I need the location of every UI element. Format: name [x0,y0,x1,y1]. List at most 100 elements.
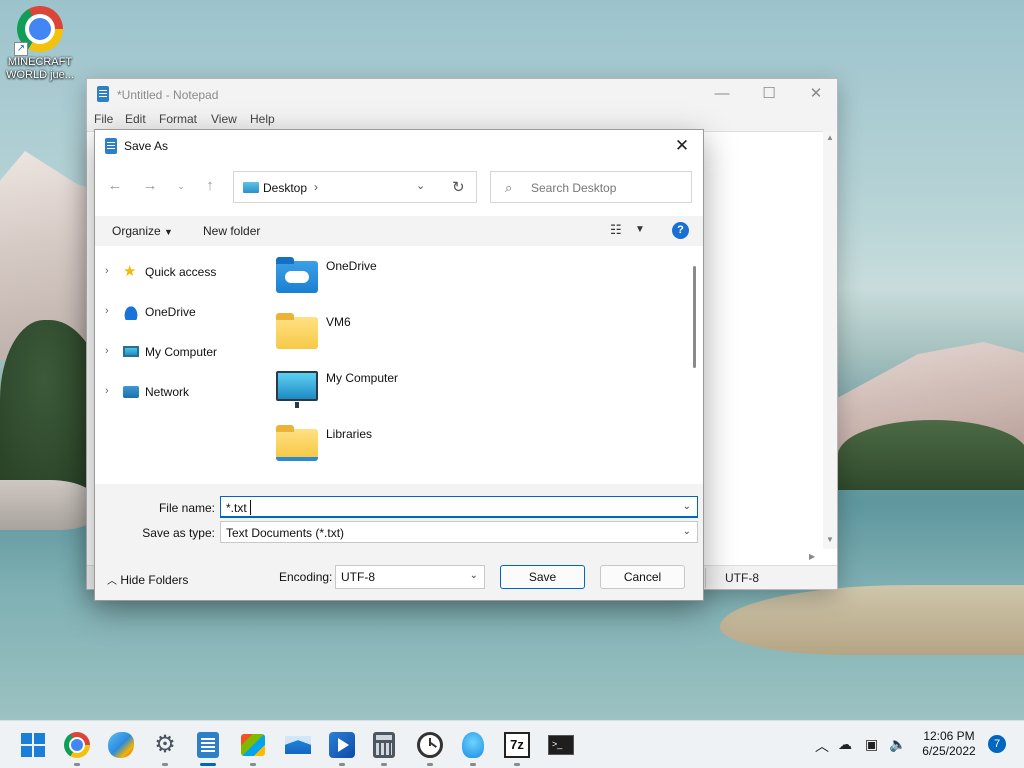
settings-icon[interactable]: ⚙ [152,732,178,758]
network-tray-icon[interactable]: ▣ [865,736,878,753]
notepad-icon[interactable] [197,732,219,758]
scroll-down-icon[interactable]: ▼ [826,535,834,544]
close-button[interactable]: ✕ [793,83,839,105]
encoding-dropdown-icon[interactable]: ⌄ [470,570,478,581]
navigation-pane: › ★ Quick access › OneDrive › My Compute… [95,246,261,484]
running-indicator [339,763,345,766]
address-path[interactable]: Desktop [263,181,307,195]
file-name-dropdown-icon[interactable]: ⌄ [683,501,691,512]
file-list-scroll-thumb[interactable] [693,266,696,368]
desktop-folder-icon [243,182,259,193]
view-options-icon[interactable]: ☷ [610,222,622,238]
expand-chevron-icon[interactable]: › [105,345,109,357]
running-indicator [514,763,520,766]
paint-icon[interactable] [108,732,134,758]
save-type-select[interactable]: Text Documents (*.txt) ⌄ [220,521,698,543]
running-indicator [250,763,256,766]
recent-locations-chevron-icon[interactable]: ⌄ [171,176,191,196]
organize-button[interactable]: Organize ▼ [112,224,173,238]
wallpaper-forest-right [838,420,1024,490]
chrome-icon[interactable] [64,732,90,758]
menu-view[interactable]: View [211,112,237,126]
navigation-bar: ← → ⌄ ↑ Desktop › ⌄ ↻ ⌕ Search Desktop [95,168,703,206]
save-type-label: Save as type: [142,526,215,540]
notification-badge[interactable]: 7 [988,735,1006,753]
expand-chevron-icon[interactable]: › [105,385,109,397]
help-icon[interactable]: ? [672,222,689,239]
scroll-right-icon[interactable]: ▶ [809,552,815,561]
dialog-close-button[interactable]: ✕ [667,134,697,158]
file-name-label: File name: [158,501,215,515]
nav-item-label: OneDrive [145,305,196,319]
file-name-input[interactable]: *.txt ⌄ [220,496,698,518]
volume-icon[interactable]: 🔈 [889,736,906,753]
cloud-sync-icon[interactable]: ☁ [838,736,852,753]
nav-item-onedrive[interactable]: › OneDrive [95,300,261,324]
file-item-my-computer[interactable]: My Computer [261,363,661,419]
expand-chevron-icon[interactable]: › [105,265,109,277]
nav-item-quick-access[interactable]: › ★ Quick access [95,260,261,284]
up-arrow-icon[interactable]: ↑ [200,176,220,196]
search-box[interactable]: ⌕ Search Desktop [490,171,692,203]
store-icon[interactable] [241,734,265,756]
expand-chevron-icon[interactable]: › [105,305,109,317]
new-folder-button[interactable]: New folder [203,224,260,238]
menu-format[interactable]: Format [159,112,197,126]
notepad-titlebar[interactable]: *Untitled - Notepad — ☐ ✕ [87,79,837,109]
chevron-up-icon[interactable]: ︿ [815,736,829,756]
menu-file[interactable]: File [94,112,113,126]
minimize-button[interactable]: — [699,83,745,105]
encoding-value: UTF-8 [341,570,375,584]
maximize-button[interactable]: ☐ [746,83,792,105]
desktop-shortcut-minecraft[interactable]: ↗ MINECRAFT WORLD jue... [2,6,78,82]
cancel-button[interactable]: Cancel [600,565,685,589]
search-icon: ⌕ [505,180,513,195]
address-chevron-icon[interactable]: › [314,180,318,194]
file-list: OneDrive VM6 My Computer Libraries [261,246,689,484]
back-arrow-icon[interactable]: ← [105,176,125,196]
running-indicator [470,763,476,766]
hide-folders-button[interactable]: ︿ Hide Folders [107,572,188,587]
command-bar: Organize ▼ New folder ☷ ▼ ? [95,216,703,246]
wallpaper-shore-left [0,480,100,530]
address-dropdown-icon[interactable]: ⌄ [416,179,425,192]
mail-icon[interactable] [285,736,311,754]
cloud-icon [123,304,139,320]
save-button[interactable]: Save [500,565,585,589]
start-icon[interactable] [20,732,46,758]
address-bar[interactable]: Desktop › ⌄ ↻ [233,171,477,203]
nav-item-my-computer[interactable]: › My Computer [95,340,261,364]
clock-icon[interactable] [417,732,443,758]
file-item-label: VM6 [326,315,351,329]
file-item-vm6[interactable]: VM6 [261,307,661,363]
media-player-icon[interactable] [329,732,355,758]
shortcut-arrow-icon: ↗ [14,42,28,56]
dialog-titlebar[interactable]: Save As ✕ [95,130,703,162]
taskbar: ⚙ 7z >_ ︿ ☁ ▣ 🔈 12:06 PM 6/25/2022 7 [0,720,1024,768]
system-clock[interactable]: 12:06 PM 6/25/2022 [914,729,984,759]
folder-icon [276,313,318,349]
nav-item-network[interactable]: › Network [95,380,261,404]
encoding-select[interactable]: UTF-8 ⌄ [335,565,485,589]
network-icon [123,386,139,398]
menu-edit[interactable]: Edit [125,112,146,126]
running-indicator [427,763,433,766]
file-list-scrollbar[interactable] [689,246,703,484]
scroll-up-icon[interactable]: ▲ [826,133,834,142]
file-item-onedrive[interactable]: OneDrive [261,251,661,307]
dialog-footer: File name: *.txt ⌄ Save as type: Text Do… [95,484,703,600]
7zip-icon[interactable]: 7z [504,732,530,758]
tips-icon[interactable] [462,732,484,758]
running-indicator [162,763,168,766]
refresh-icon[interactable]: ↻ [452,178,465,196]
save-type-dropdown-icon[interactable]: ⌄ [683,526,691,537]
forward-arrow-icon[interactable]: → [140,176,160,196]
calculator-icon[interactable] [373,732,395,758]
notepad-vertical-scrollbar[interactable]: ▲ ▼ [823,131,837,549]
status-separator [705,568,706,588]
menu-help[interactable]: Help [250,112,275,126]
view-dropdown-icon[interactable]: ▼ [635,224,645,235]
terminal-icon[interactable]: >_ [548,735,574,755]
dialog-title: Save As [124,139,169,153]
file-item-libraries[interactable]: Libraries [261,419,661,475]
